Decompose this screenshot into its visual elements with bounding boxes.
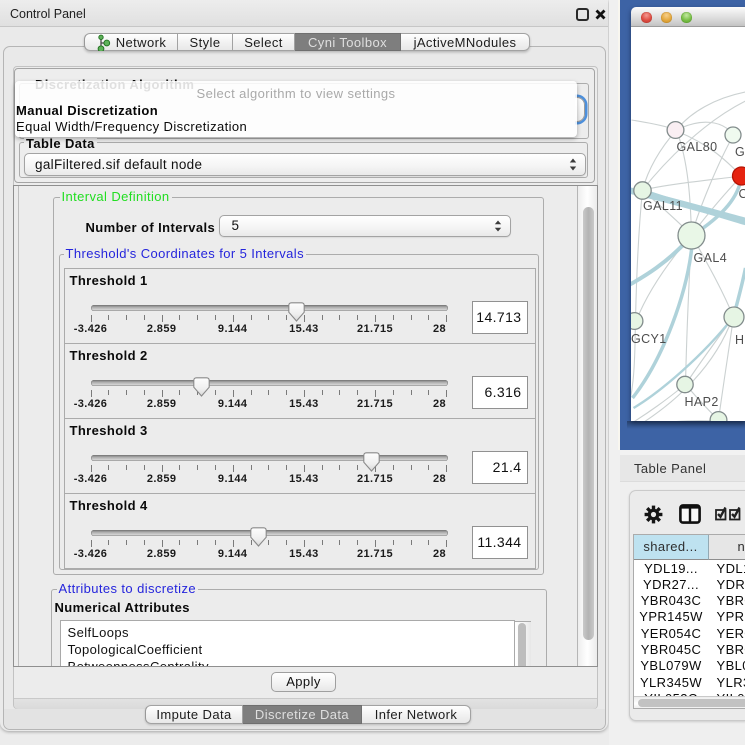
svg-text:GAL11: GAL11 [643,199,683,213]
svg-text:H: H [735,333,744,347]
svg-text:GCY1: GCY1 [631,332,667,346]
svg-text:HAP2: HAP2 [684,395,718,409]
svg-text:C: C [738,187,745,201]
svg-text:GAL4: GAL4 [693,251,727,265]
svg-text:GAL80: GAL80 [676,140,717,154]
svg-text:G: G [735,145,745,159]
